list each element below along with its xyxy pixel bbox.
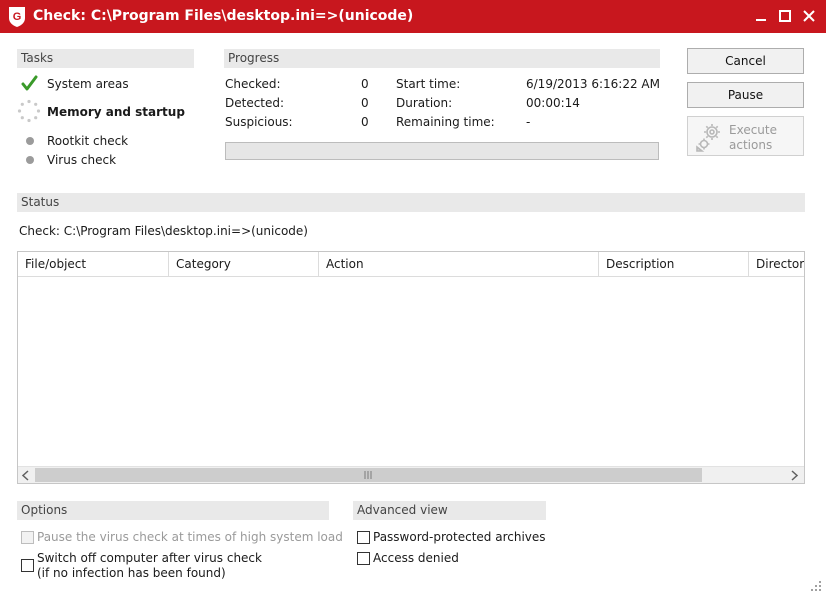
checkmark-icon (21, 75, 38, 91)
duration-value: 00:00:14 (526, 96, 580, 110)
task-system-areas: System areas (47, 77, 129, 91)
minimize-icon[interactable] (750, 5, 772, 27)
tasks-header: Tasks (17, 49, 194, 68)
detected-value: 0 (361, 96, 369, 110)
duration-label: Duration: (396, 96, 453, 110)
pause-high-load-label: Pause the virus check at times of high s… (37, 530, 343, 544)
pending-dot-icon (26, 137, 34, 145)
close-icon[interactable] (798, 5, 820, 27)
remaining-time-value: - (526, 115, 531, 129)
remaining-time-label: Remaining time: (396, 115, 495, 129)
scroll-left-icon[interactable] (20, 470, 32, 481)
access-denied-label: Access denied (373, 551, 459, 565)
svg-text:G: G (13, 11, 22, 23)
pending-dot-icon (26, 156, 34, 164)
task-rootkit-check: Rootkit check (47, 134, 129, 148)
start-time-value: 6/19/2013 6:16:22 AM (526, 77, 660, 91)
password-archives-label: Password-protected archives (373, 530, 546, 544)
checked-value: 0 (361, 77, 369, 91)
switch-off-checkbox[interactable] (21, 559, 34, 572)
progress-header: Progress (224, 49, 660, 68)
pause-high-load-checkbox[interactable] (21, 531, 34, 544)
detected-label: Detected: (225, 96, 285, 110)
execute-label-line2: actions (729, 138, 773, 152)
switch-off-label-line1: Switch off computer after virus check (37, 551, 262, 565)
cancel-button[interactable]: Cancel (687, 48, 804, 74)
table-header: File/object Category Action Description … (18, 252, 804, 277)
switch-off-label-line2: (if no infection has been found) (37, 566, 226, 580)
scrollbar-thumb[interactable] (35, 468, 702, 482)
column-header-directory[interactable]: Directory (749, 252, 804, 276)
column-header-action[interactable]: Action (319, 252, 599, 276)
access-denied-checkbox[interactable] (357, 552, 370, 565)
execute-label-line1: Execute (729, 123, 777, 137)
status-header: Status (17, 193, 805, 212)
advanced-view-header: Advanced view (353, 501, 546, 520)
title-bar[interactable]: G Check: C:\Program Files\desktop.ini=>(… (0, 0, 826, 33)
suspicious-value: 0 (361, 115, 369, 129)
window-title: Check: C:\Program Files\desktop.ini=>(un… (33, 8, 414, 24)
pause-button[interactable]: Pause (687, 82, 804, 108)
resize-grip-icon[interactable] (808, 578, 822, 592)
gears-icon (696, 124, 720, 152)
start-time-label: Start time: (396, 77, 461, 91)
results-table[interactable]: File/object Category Action Description … (17, 251, 805, 484)
password-archives-checkbox[interactable] (357, 531, 370, 544)
task-memory-startup: Memory and startup (47, 105, 185, 119)
checked-label: Checked: (225, 77, 281, 91)
column-header-category[interactable]: Category (169, 252, 319, 276)
maximize-icon[interactable] (774, 5, 796, 27)
scroll-right-icon[interactable] (788, 470, 800, 481)
grip-icon (364, 471, 372, 479)
progress-bar (225, 142, 659, 160)
column-header-file-object[interactable]: File/object (18, 252, 169, 276)
task-virus-check: Virus check (47, 153, 117, 167)
horizontal-scrollbar[interactable] (18, 466, 804, 483)
status-text: Check: C:\Program Files\desktop.ini=>(un… (19, 224, 308, 238)
options-header: Options (17, 501, 329, 520)
execute-actions-button[interactable]: Execute actions (687, 116, 804, 156)
spinner-icon (17, 99, 41, 123)
suspicious-label: Suspicious: (225, 115, 293, 129)
gdata-logo-icon: G (9, 7, 25, 27)
column-header-description[interactable]: Description (599, 252, 749, 276)
